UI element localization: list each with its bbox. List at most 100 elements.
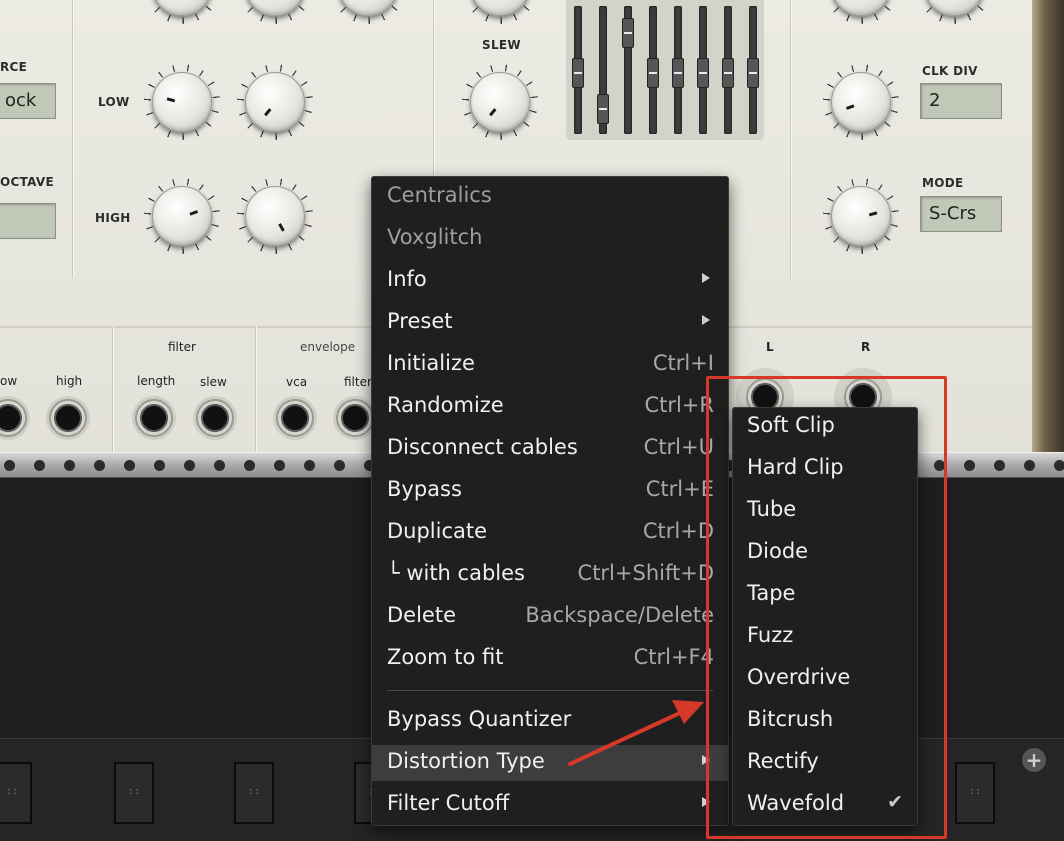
menu-item-info[interactable]: Info [372,263,728,299]
bottom-port-slot[interactable]: :: [114,762,154,824]
submenu-item-tape[interactable]: Tape [733,577,917,613]
panel-divider [112,326,114,452]
menu-item-delete[interactable]: Delete Backspace/Delete [372,599,728,635]
slider-6[interactable] [697,6,709,134]
menu-item-preset[interactable]: Preset [372,305,728,341]
panel-divider [433,0,435,178]
source-display[interactable]: ock [0,83,56,119]
jack-filter-label: filter [344,375,372,389]
knob-top-5[interactable] [823,0,899,24]
menu-item-bypass-quantizer[interactable]: Bypass Quantizer [372,703,728,739]
submenu-item-rectify[interactable]: Rectify [733,745,917,781]
jack-length[interactable] [132,396,176,440]
menu-item-bypass[interactable]: Bypass Ctrl+E [372,473,728,509]
jack-high-label: high [56,374,83,388]
rail-screw-hole [154,460,165,471]
submenu-arrow-icon [702,797,710,807]
menu-item-duplicate[interactable]: Duplicate Ctrl+D [372,515,728,551]
submenu-item-hard-clip[interactable]: Hard Clip [733,451,917,487]
menu-item-duplicate-with-cables[interactable]: └ with cables Ctrl+Shift+D [372,557,728,593]
jack-low[interactable] [0,396,30,440]
filter-section-label: filter [168,340,196,354]
low-knob-2[interactable] [237,64,313,140]
menu-item-randomize[interactable]: Randomize Ctrl+R [372,389,728,425]
slider-1[interactable] [572,6,584,134]
bottom-port-slot[interactable]: :: [234,762,274,824]
rack-side-panel [1032,0,1064,452]
module-context-menu: Centralics Voxglitch Info Preset Initial… [371,176,729,826]
rail-screw-hole [334,460,345,471]
source-label: RCE [0,60,28,74]
knob-top-3[interactable] [330,0,406,24]
high-knob-2[interactable] [237,178,313,254]
rail-screw-hole [934,460,945,471]
rail-screw-hole [1054,460,1064,471]
slider-8[interactable] [747,6,759,134]
slider-4[interactable] [647,6,659,134]
jack-slew[interactable] [193,396,237,440]
low-knob-1[interactable] [144,64,220,140]
checkmark-icon: ✔ [887,791,903,813]
rail-screw-hole [64,460,75,471]
submenu-item-bitcrush[interactable]: Bitcrush [733,703,917,739]
octave-display[interactable] [0,203,56,239]
rail-screw-hole [274,460,285,471]
clk-div-knob[interactable] [823,64,899,140]
rail-screw-hole [304,460,315,471]
slider-2[interactable] [597,6,609,134]
mode-label: MODE [922,176,964,190]
rail-screw-hole [964,460,975,471]
submenu-item-diode[interactable]: Diode [733,535,917,571]
rail-screw-hole [994,460,1005,471]
menu-item-filter-cutoff[interactable]: Filter Cutoff [372,787,728,823]
rail-screw-hole [1024,460,1035,471]
slider-7[interactable] [722,6,734,134]
panel-divider [72,0,74,278]
submenu-item-overdrive[interactable]: Overdrive [733,661,917,697]
rail-screw-hole [184,460,195,471]
rail-screw-hole [94,460,105,471]
jack-vca[interactable] [273,396,317,440]
submenu-arrow-icon [702,755,710,765]
bottom-port-slot[interactable]: :: [955,762,995,824]
submenu-arrow-icon [702,315,710,325]
add-module-button[interactable]: + [1022,748,1046,772]
rail-screw-hole [34,460,45,471]
low-label: LOW [98,95,130,109]
menu-item-zoom-to-fit[interactable]: Zoom to fit Ctrl+F4 [372,641,728,677]
menu-header-plugin: Voxglitch [387,225,483,249]
submenu-item-soft-clip[interactable]: Soft Clip [733,409,917,445]
slew-knob[interactable] [462,64,538,140]
rail-screw-hole [244,460,255,471]
knob-top-1[interactable] [144,0,220,24]
rail-screw-hole [4,460,15,471]
octave-label: OCTAVE [0,175,55,189]
menu-item-disconnect-cables[interactable]: Disconnect cables Ctrl+U [372,431,728,467]
slider-5[interactable] [672,6,684,134]
submenu-item-wavefold[interactable]: Wavefold ✔ [733,787,917,823]
jack-length-label: length [137,374,176,388]
menu-item-distortion-type[interactable]: Distortion Type [372,745,728,781]
bottom-port-slot[interactable]: :: [0,762,32,824]
output-left-label: L [766,340,774,354]
submenu-item-fuzz[interactable]: Fuzz [733,619,917,655]
submenu-item-tube[interactable]: Tube [733,493,917,529]
slider-3[interactable] [622,6,634,134]
high-knob-1[interactable] [144,178,220,254]
mode-knob[interactable] [823,178,899,254]
rail-screw-hole [124,460,135,471]
knob-top-2[interactable] [237,0,313,24]
high-label: HIGH [95,211,131,225]
menu-item-initialize[interactable]: Initialize Ctrl+I [372,347,728,383]
distortion-type-submenu: Soft Clip Hard Clip Tube Diode Tape Fuzz… [732,407,918,826]
mode-display[interactable]: S-Crs [920,196,1002,232]
submenu-arrow-icon [702,273,710,283]
menu-header-brand: Centralics [387,183,492,207]
panel-divider [255,326,257,452]
jack-high[interactable] [46,396,90,440]
knob-top-6[interactable] [916,0,992,24]
jack-vca-label: vca [286,375,308,389]
clk-div-display[interactable]: 2 [920,83,1002,119]
knob-top-4[interactable] [462,0,538,24]
slider-bank [566,0,764,140]
